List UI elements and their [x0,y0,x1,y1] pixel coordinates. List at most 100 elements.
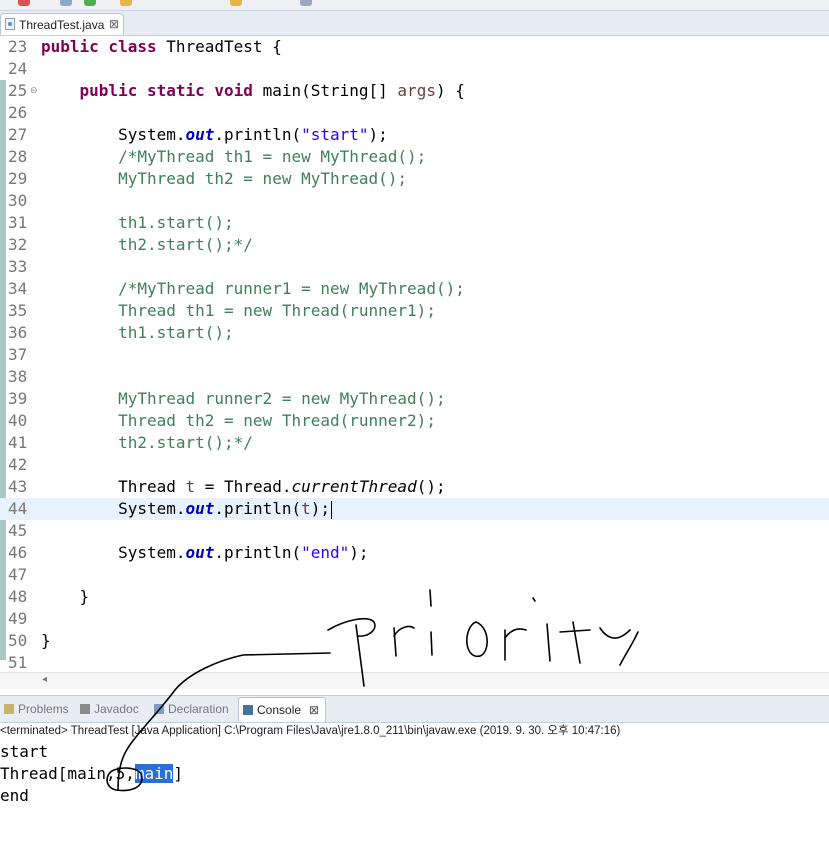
code-line[interactable]: 31 th1.start(); [0,212,829,234]
scroll-left-icon[interactable]: ◂ [42,674,47,685]
console-output[interactable]: start Thread[main,5,main] end [0,741,183,807]
code-line[interactable]: 39 MyThread runner2 = new MyThread(); [0,388,829,410]
code-token: = Thread. [195,477,292,496]
code-line[interactable]: 46 System.out.println("end"); [0,542,829,564]
line-number: 29 [8,169,28,188]
tab-label: Javadoc [94,702,139,716]
close-icon[interactable]: ⊠ [309,703,319,717]
line-number: 23 [8,37,28,56]
line-number: 40 [8,411,28,430]
line-number: 49 [8,609,28,628]
code-line[interactable]: 30 [0,190,829,212]
code-line[interactable]: 40 Thread th2 = new Thread(runner2); [0,410,829,432]
code-line[interactable]: 23 public class ThreadTest { [0,36,829,58]
code-token: ) { [435,81,465,100]
code-text: Thread t = Thread.currentThread(); [41,476,446,498]
line-number: 43 [8,477,28,496]
line-number: 41 [8,433,28,452]
horizontal-scrollbar[interactable]: ◂ [0,672,829,689]
code-line[interactable]: 50} [0,630,829,652]
line-number: 27 [8,125,28,144]
code-text: MyThread runner2 = new MyThread(); [41,388,446,410]
code-line[interactable]: 24 [0,58,829,80]
code-text: public class ThreadTest { [41,36,282,58]
code-token: System. [41,499,186,518]
close-icon[interactable]: ⊠ [109,17,119,31]
code-token: out [185,499,215,518]
line-number: 46 [8,543,28,562]
editor-tab-threadtest[interactable]: ThreadTest.java ⊠ [0,13,124,35]
code-token: } [41,587,90,606]
code-token: t [301,499,311,518]
code-token: main(String[] [262,81,398,100]
code-line[interactable]: 28 /*MyThread th1 = new MyThread(); [0,146,829,168]
code-token: th1.start(); [41,213,234,232]
code-line[interactable]: 38 [0,366,829,388]
line-number: 42 [8,455,28,474]
code-line[interactable]: 49 [0,608,829,630]
code-line[interactable]: 32 th2.start();*/ [0,234,829,256]
line-number: 34 [8,279,28,298]
tab-console[interactable]: Console ⊠ [238,697,327,722]
code-line[interactable]: 25 ⊖ public static void main(String[] arg… [0,80,829,102]
code-editor[interactable]: 23 public class ThreadTest { 24 25 ⊖ public … [0,36,829,676]
code-token: Thread th1 = new Thread(runner1); [41,301,436,320]
tab-javadoc[interactable]: Javadoc [80,699,139,719]
code-line[interactable]: 51 [0,652,829,674]
code-line[interactable]: 43 Thread t = Thread.currentThread(); [0,476,829,498]
code-token: ); [310,499,331,518]
code-text: System.out.println(t); [41,498,333,520]
open-folder-icon[interactable] [120,0,132,6]
stop-icon[interactable] [18,0,30,6]
code-token: public static void [79,81,263,100]
code-line[interactable]: 42 [0,454,829,476]
tab-declaration[interactable]: Declaration [154,699,229,719]
code-line[interactable]: 33 [0,256,829,278]
declaration-icon [154,704,164,714]
search-icon[interactable] [230,0,242,6]
code-token: th1.start(); [41,323,234,342]
line-number: 25 [8,81,28,100]
code-line[interactable]: 35 Thread th1 = new Thread(runner1); [0,300,829,322]
toggle-icon[interactable] [300,0,312,6]
line-number: 24 [8,59,28,78]
code-line[interactable]: 34 /*MyThread runner1 = new MyThread(); [0,278,829,300]
line-number: 45 [8,521,28,540]
code-line[interactable]: 48 } [0,586,829,608]
code-line[interactable]: 37 [0,344,829,366]
java-file-icon [5,18,15,30]
line-number: 32 [8,235,28,254]
line-number: 38 [8,367,28,386]
run-icon[interactable] [84,0,96,6]
code-token: } [41,631,51,650]
line-number: 37 [8,345,28,364]
tab-label: Problems [18,702,69,716]
code-line[interactable]: 41 th2.start();*/ [0,432,829,454]
editor-tab-bar: ThreadTest.java ⊠ [0,11,829,36]
code-line[interactable]: 36 th1.start(); [0,322,829,344]
code-text: th1.start(); [41,322,234,344]
tab-problems[interactable]: Problems [4,699,69,719]
new-icon[interactable] [60,0,72,6]
code-line[interactable]: 45 [0,520,829,542]
code-line[interactable]: 44 System.out.println(t); [0,498,829,520]
line-number: 44 [8,499,28,518]
code-token: /*MyThread runner1 = new MyThread(); [41,279,465,298]
line-number: 30 [8,191,28,210]
console-text: ] [173,764,184,783]
fold-toggle-icon[interactable]: ⊖ [30,80,38,100]
code-line[interactable]: 47 [0,564,829,586]
line-number: 35 [8,301,28,320]
code-text: } [41,586,90,608]
code-line[interactable]: 27 System.out.println("start"); [0,124,829,146]
line-number: 51 [8,653,28,672]
selected-text: main [134,764,174,783]
code-line[interactable]: 29 MyThread th2 = new MyThread(); [0,168,829,190]
code-token: ); [368,125,388,144]
main-toolbar [0,0,829,11]
code-text: System.out.println("start"); [41,124,388,146]
code-line[interactable]: 26 [0,102,829,124]
line-number: 39 [8,389,28,408]
code-token: System. [41,125,186,144]
code-text: th2.start();*/ [41,234,253,256]
